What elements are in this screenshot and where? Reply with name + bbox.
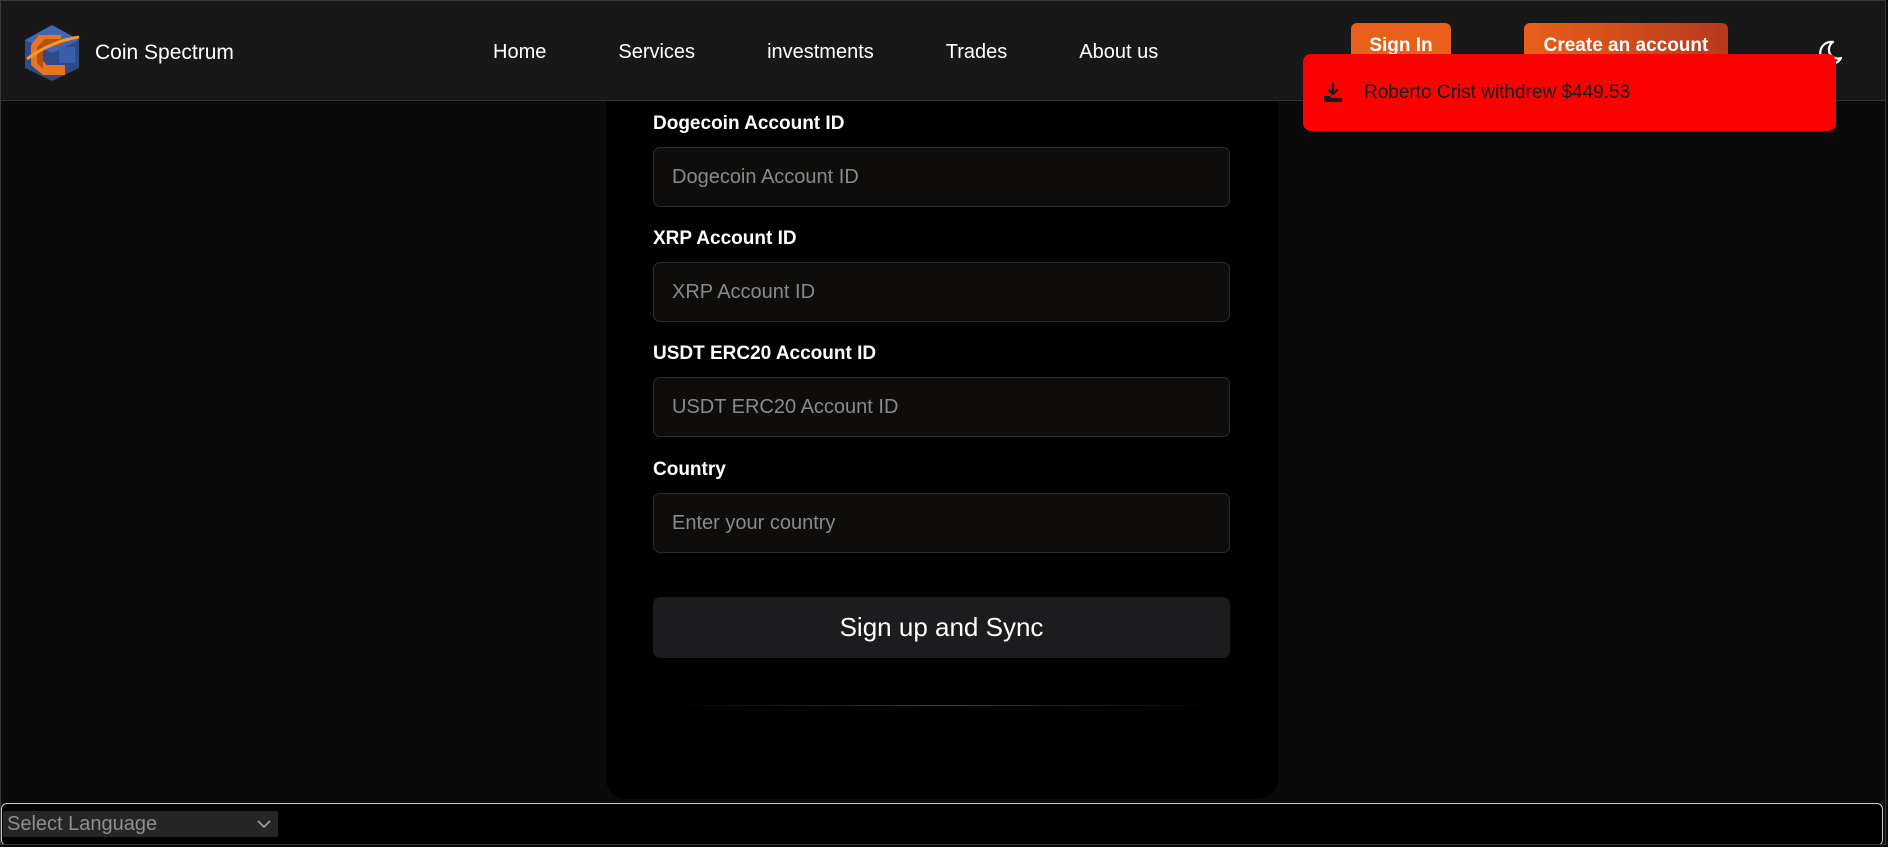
chevron-down-icon <box>257 820 271 829</box>
app-window: Coin Spectrum Home Services investments … <box>0 0 1886 845</box>
country-label: Country <box>653 459 726 480</box>
nav-about-us[interactable]: About us <box>1079 41 1158 64</box>
dogecoin-field-group: Dogecoin Account ID <box>653 113 1230 207</box>
brand[interactable]: Coin Spectrum <box>21 23 234 83</box>
withdraw-toast[interactable]: Roberto Crist withdrew $449.53 <box>1303 54 1836 131</box>
nav-home[interactable]: Home <box>493 41 546 64</box>
nav-services[interactable]: Services <box>618 41 695 64</box>
dogecoin-label: Dogecoin Account ID <box>653 113 845 134</box>
coin-spectrum-logo-icon <box>25 25 80 81</box>
brand-name: Coin Spectrum <box>95 41 234 64</box>
sign-up-and-sync-button[interactable]: Sign up and Sync <box>653 597 1230 658</box>
language-select[interactable]: Select Language <box>3 811 278 837</box>
nav-investments[interactable]: investments <box>767 41 874 64</box>
dogecoin-account-input[interactable] <box>653 147 1230 207</box>
toast-message: Roberto Crist withdrew $449.53 <box>1364 81 1631 103</box>
language-bar: Select Language <box>1 803 1883 844</box>
xrp-label: XRP Account ID <box>653 228 797 249</box>
usdt-erc20-account-input[interactable] <box>653 377 1230 437</box>
country-input[interactable] <box>653 493 1230 553</box>
nav-trades[interactable]: Trades <box>946 41 1008 64</box>
language-select-value: Select Language <box>7 813 158 835</box>
usdt-field-group: USDT ERC20 Account ID <box>653 343 1230 437</box>
main-nav: Home Services investments Trades About u… <box>493 41 1158 64</box>
usdt-label: USDT ERC20 Account ID <box>653 343 877 364</box>
signup-card: Dogecoin Account ID XRP Account ID USDT … <box>606 101 1278 799</box>
withdraw-icon <box>1324 82 1342 102</box>
card-divider <box>666 705 1218 706</box>
xrp-field-group: XRP Account ID <box>653 228 1230 322</box>
country-field-group: Country <box>653 459 1230 553</box>
xrp-account-input[interactable] <box>653 262 1230 322</box>
